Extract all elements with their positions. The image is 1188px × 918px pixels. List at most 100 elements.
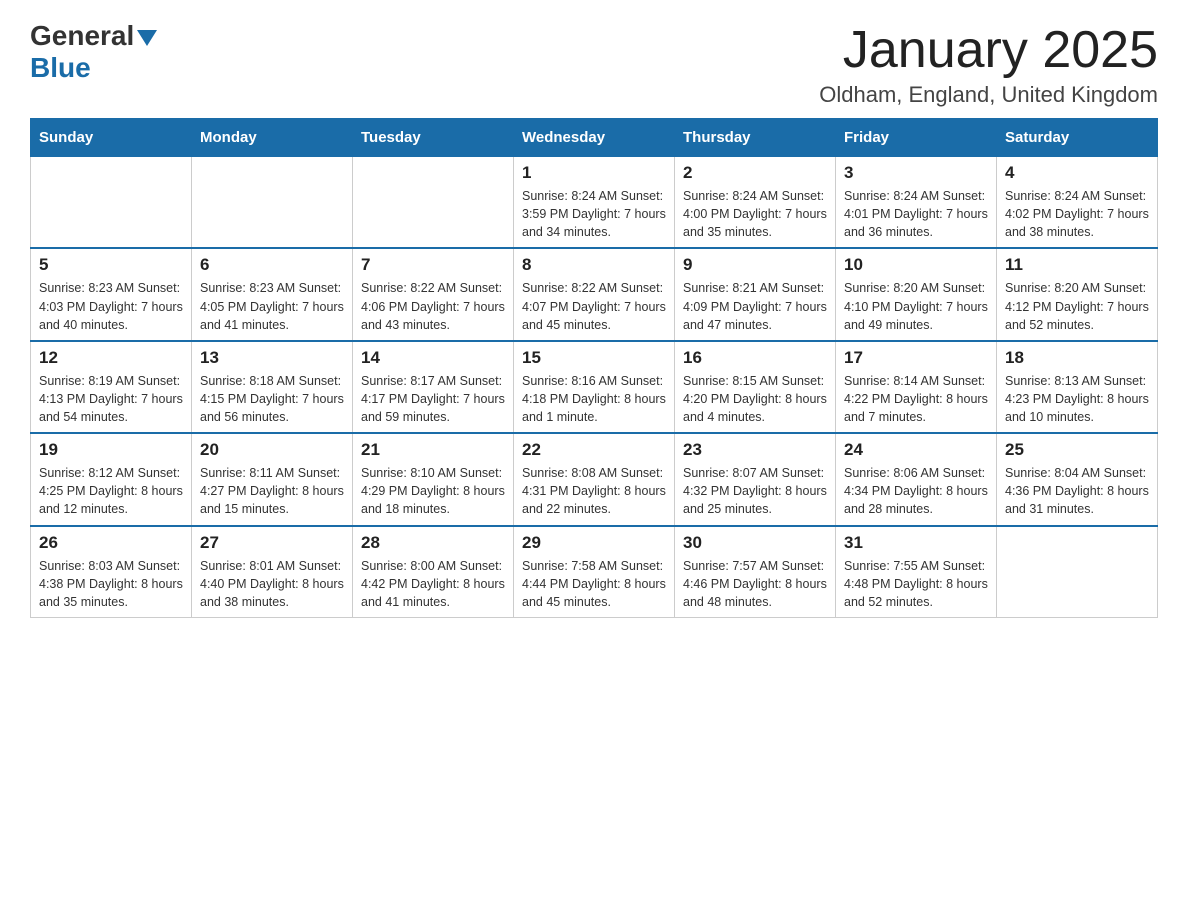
day-info: Sunrise: 8:07 AM Sunset: 4:32 PM Dayligh… — [683, 464, 827, 518]
calendar-cell: 5 Sunrise: 8:23 AM Sunset: 4:03 PM Daylig… — [31, 248, 192, 340]
day-number: 1 — [522, 163, 666, 183]
calendar-header-row: SundayMondayTuesdayWednesdayThursdayFrid… — [31, 119, 1158, 157]
day-info: Sunrise: 8:22 AM Sunset: 4:07 PM Dayligh… — [522, 279, 666, 333]
calendar-cell: 2 Sunrise: 8:24 AM Sunset: 4:00 PM Daylig… — [675, 157, 836, 249]
day-number: 15 — [522, 348, 666, 368]
calendar-cell: 26Sunrise: 8:03 AM Sunset: 4:38 PM Dayli… — [31, 526, 192, 618]
calendar-cell: 22 Sunrise: 8:08 AM Sunset: 4:31 PM Dayli… — [514, 433, 675, 525]
day-number: 9 — [683, 255, 827, 275]
weekday-header-wednesday: Wednesday — [514, 119, 675, 157]
day-info: Sunrise: 8:23 AM Sunset: 4:03 PM Dayligh… — [39, 279, 183, 333]
calendar-week-row: 19 Sunrise: 8:12 AM Sunset: 4:25 PM Dayli… — [31, 433, 1158, 525]
calendar-cell: 7 Sunrise: 8:22 AM Sunset: 4:06 PM Daylig… — [353, 248, 514, 340]
day-info: Sunrise: 8:08 AM Sunset: 4:31 PM Dayligh… — [522, 464, 666, 518]
weekday-header-monday: Monday — [192, 119, 353, 157]
day-info: Sunrise: 8:12 AM Sunset: 4:25 PM Dayligh… — [39, 464, 183, 518]
calendar-cell: 16 Sunrise: 8:15 AM Sunset: 4:20 PM Dayli… — [675, 341, 836, 433]
calendar-cell: 11Sunrise: 8:20 AM Sunset: 4:12 PM Dayli… — [997, 248, 1158, 340]
day-number: 11 — [1005, 255, 1149, 275]
weekday-header-saturday: Saturday — [997, 119, 1158, 157]
day-number: 31 — [844, 533, 988, 553]
calendar-cell: 20Sunrise: 8:11 AM Sunset: 4:27 PM Dayli… — [192, 433, 353, 525]
calendar-cell — [31, 157, 192, 249]
day-info: Sunrise: 8:06 AM Sunset: 4:34 PM Dayligh… — [844, 464, 988, 518]
logo-general: General — [30, 20, 157, 52]
day-info: Sunrise: 8:24 AM Sunset: 4:00 PM Dayligh… — [683, 187, 827, 241]
logo-blue-text: Blue — [30, 52, 91, 84]
day-number: 24 — [844, 440, 988, 460]
day-number: 12 — [39, 348, 183, 368]
day-number: 17 — [844, 348, 988, 368]
day-info: Sunrise: 8:16 AM Sunset: 4:18 PM Dayligh… — [522, 372, 666, 426]
calendar-week-row: 12 Sunrise: 8:19 AM Sunset: 4:13 PM Dayli… — [31, 341, 1158, 433]
calendar-cell: 14 Sunrise: 8:17 AM Sunset: 4:17 PM Dayli… — [353, 341, 514, 433]
day-number: 7 — [361, 255, 505, 275]
day-info: Sunrise: 8:14 AM Sunset: 4:22 PM Dayligh… — [844, 372, 988, 426]
day-info: Sunrise: 8:22 AM Sunset: 4:06 PM Dayligh… — [361, 279, 505, 333]
calendar-cell: 23 Sunrise: 8:07 AM Sunset: 4:32 PM Dayli… — [675, 433, 836, 525]
page-header: General Blue January 2025 Oldham, Englan… — [30, 20, 1158, 108]
day-info: Sunrise: 7:55 AM Sunset: 4:48 PM Dayligh… — [844, 557, 988, 611]
day-info: Sunrise: 8:17 AM Sunset: 4:17 PM Dayligh… — [361, 372, 505, 426]
day-number: 21 — [361, 440, 505, 460]
title-section: January 2025 Oldham, England, United Kin… — [819, 20, 1158, 108]
day-number: 13 — [200, 348, 344, 368]
day-number: 23 — [683, 440, 827, 460]
calendar-cell: 21 Sunrise: 8:10 AM Sunset: 4:29 PM Dayli… — [353, 433, 514, 525]
logo: General Blue — [30, 20, 157, 84]
day-number: 27 — [200, 533, 344, 553]
calendar-cell: 27Sunrise: 8:01 AM Sunset: 4:40 PM Dayli… — [192, 526, 353, 618]
day-number: 25 — [1005, 440, 1149, 460]
day-info: Sunrise: 7:58 AM Sunset: 4:44 PM Dayligh… — [522, 557, 666, 611]
day-number: 26 — [39, 533, 183, 553]
day-number: 30 — [683, 533, 827, 553]
calendar-title: January 2025 — [819, 20, 1158, 80]
day-number: 3 — [844, 163, 988, 183]
day-number: 22 — [522, 440, 666, 460]
day-number: 6 — [200, 255, 344, 275]
calendar-table: SundayMondayTuesdayWednesdayThursdayFrid… — [30, 118, 1158, 618]
day-info: Sunrise: 8:19 AM Sunset: 4:13 PM Dayligh… — [39, 372, 183, 426]
day-info: Sunrise: 7:57 AM Sunset: 4:46 PM Dayligh… — [683, 557, 827, 611]
day-info: Sunrise: 8:24 AM Sunset: 4:02 PM Dayligh… — [1005, 187, 1149, 241]
day-number: 20 — [200, 440, 344, 460]
calendar-cell: 3Sunrise: 8:24 AM Sunset: 4:01 PM Daylig… — [836, 157, 997, 249]
day-number: 29 — [522, 533, 666, 553]
calendar-week-row: 26Sunrise: 8:03 AM Sunset: 4:38 PM Dayli… — [31, 526, 1158, 618]
calendar-cell — [353, 157, 514, 249]
calendar-cell: 24 Sunrise: 8:06 AM Sunset: 4:34 PM Dayli… — [836, 433, 997, 525]
calendar-cell: 9 Sunrise: 8:21 AM Sunset: 4:09 PM Daylig… — [675, 248, 836, 340]
day-info: Sunrise: 8:00 AM Sunset: 4:42 PM Dayligh… — [361, 557, 505, 611]
day-number: 10 — [844, 255, 988, 275]
calendar-cell — [192, 157, 353, 249]
logo-general-text: General — [30, 20, 134, 52]
calendar-cell: 8 Sunrise: 8:22 AM Sunset: 4:07 PM Daylig… — [514, 248, 675, 340]
calendar-cell: 13Sunrise: 8:18 AM Sunset: 4:15 PM Dayli… — [192, 341, 353, 433]
day-info: Sunrise: 8:15 AM Sunset: 4:20 PM Dayligh… — [683, 372, 827, 426]
day-info: Sunrise: 8:04 AM Sunset: 4:36 PM Dayligh… — [1005, 464, 1149, 518]
day-info: Sunrise: 8:21 AM Sunset: 4:09 PM Dayligh… — [683, 279, 827, 333]
weekday-header-friday: Friday — [836, 119, 997, 157]
day-number: 2 — [683, 163, 827, 183]
day-number: 16 — [683, 348, 827, 368]
calendar-cell: 28Sunrise: 8:00 AM Sunset: 4:42 PM Dayli… — [353, 526, 514, 618]
calendar-cell: 30 Sunrise: 7:57 AM Sunset: 4:46 PM Dayli… — [675, 526, 836, 618]
calendar-cell: 25 Sunrise: 8:04 AM Sunset: 4:36 PM Dayli… — [997, 433, 1158, 525]
calendar-cell: 10Sunrise: 8:20 AM Sunset: 4:10 PM Dayli… — [836, 248, 997, 340]
calendar-cell: 19 Sunrise: 8:12 AM Sunset: 4:25 PM Dayli… — [31, 433, 192, 525]
calendar-week-row: 5 Sunrise: 8:23 AM Sunset: 4:03 PM Daylig… — [31, 248, 1158, 340]
day-number: 18 — [1005, 348, 1149, 368]
calendar-cell: 4Sunrise: 8:24 AM Sunset: 4:02 PM Daylig… — [997, 157, 1158, 249]
day-info: Sunrise: 8:10 AM Sunset: 4:29 PM Dayligh… — [361, 464, 505, 518]
day-number: 14 — [361, 348, 505, 368]
logo-arrow-icon — [137, 30, 157, 46]
weekday-header-sunday: Sunday — [31, 119, 192, 157]
calendar-subtitle: Oldham, England, United Kingdom — [819, 82, 1158, 108]
day-number: 5 — [39, 255, 183, 275]
calendar-cell: 31 Sunrise: 7:55 AM Sunset: 4:48 PM Dayli… — [836, 526, 997, 618]
day-number: 19 — [39, 440, 183, 460]
day-info: Sunrise: 8:23 AM Sunset: 4:05 PM Dayligh… — [200, 279, 344, 333]
day-number: 8 — [522, 255, 666, 275]
calendar-cell: 29 Sunrise: 7:58 AM Sunset: 4:44 PM Dayli… — [514, 526, 675, 618]
weekday-header-tuesday: Tuesday — [353, 119, 514, 157]
